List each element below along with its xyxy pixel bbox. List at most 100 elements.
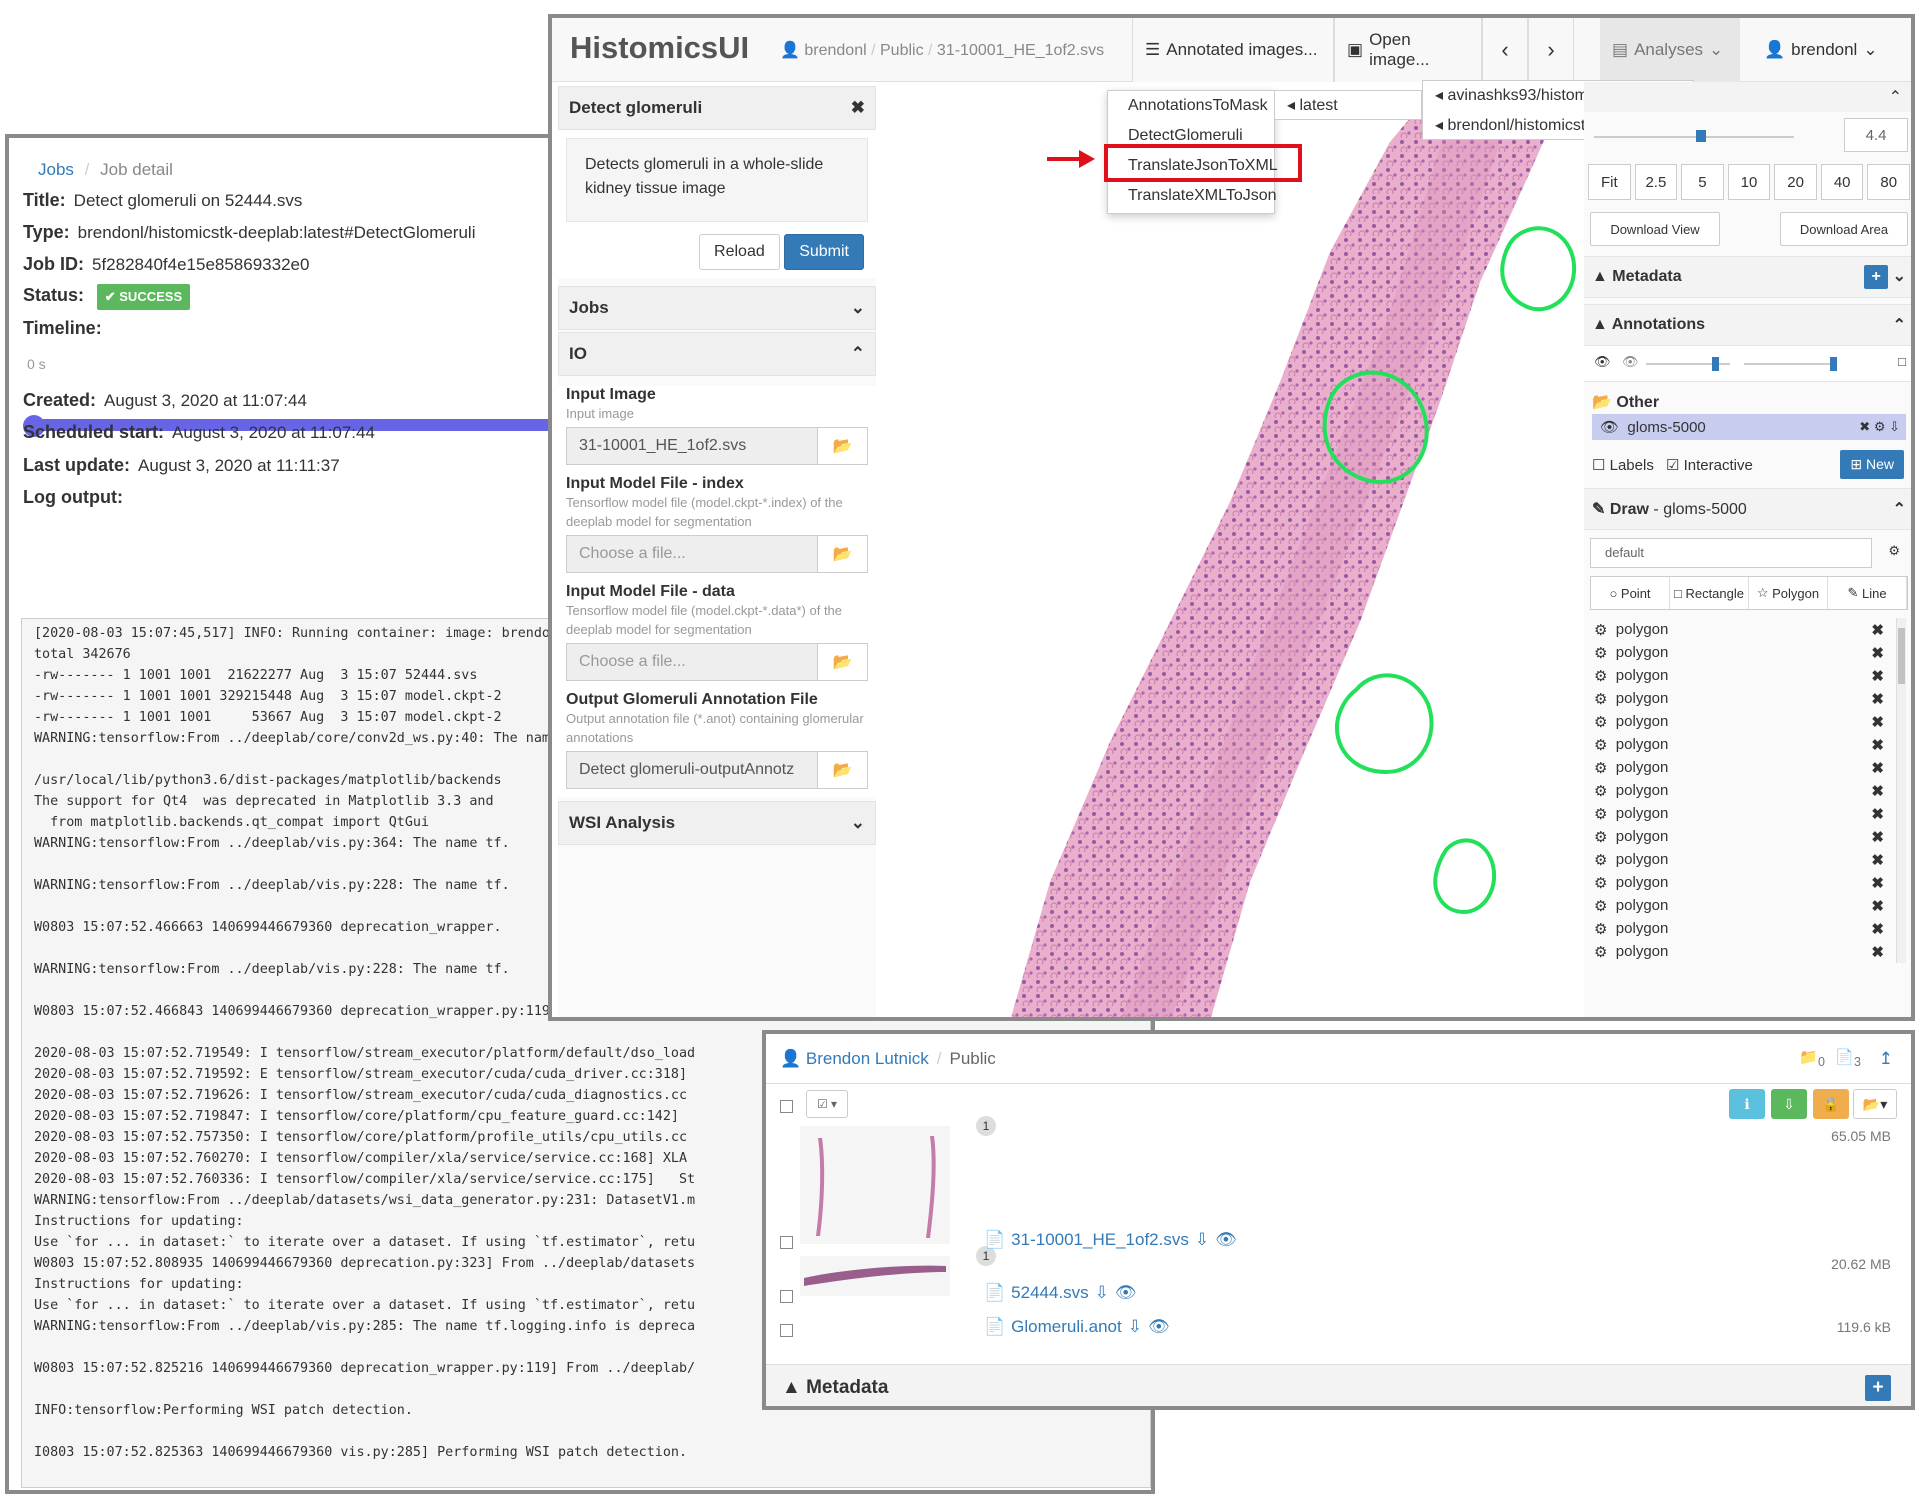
- file-checkbox-1[interactable]: [780, 1236, 793, 1249]
- gear-icon[interactable]: ⚙: [1594, 782, 1616, 800]
- zoom-slider-handle[interactable]: [1696, 130, 1706, 142]
- folder-open-icon[interactable]: 📂: [817, 752, 867, 788]
- annotation-element-row[interactable]: ⚙ polygon ✖: [1584, 802, 1911, 825]
- jobs-section-header[interactable]: Jobs ⌄: [558, 286, 876, 330]
- breadcrumb-jobs-link[interactable]: Jobs: [38, 160, 74, 179]
- annotation-element-row[interactable]: ⚙ polygon ✖: [1584, 687, 1911, 710]
- draw-tool-line[interactable]: ✎ Line: [1828, 577, 1907, 609]
- scrollbar-thumb[interactable]: [1898, 628, 1905, 684]
- style-select[interactable]: default: [1590, 538, 1872, 568]
- download-icon[interactable]: ⇩: [1195, 1230, 1209, 1250]
- glom-annotation-1[interactable]: [1500, 226, 1577, 312]
- folder-open-icon[interactable]: 📂: [817, 644, 867, 680]
- eye-icon[interactable]: 👁: [1594, 354, 1611, 370]
- new-annotation-button[interactable]: ⊞ New: [1840, 450, 1904, 479]
- annotation-element-row[interactable]: ⚙ polygon ✖: [1584, 779, 1911, 802]
- reload-button[interactable]: Reload: [699, 234, 780, 270]
- draw-tool-rectangle[interactable]: □ Rectangle: [1670, 577, 1749, 609]
- file-input-value[interactable]: Detect glomeruli-outputAnnotz: [567, 752, 817, 788]
- delete-element-icon[interactable]: ✖: [1871, 782, 1884, 800]
- menu-item-annotationstomask[interactable]: AnnotationsToMask: [1108, 91, 1274, 121]
- annotation-element-row[interactable]: ⚙ polygon ✖: [1584, 756, 1911, 779]
- delete-element-icon[interactable]: ✖: [1871, 851, 1884, 869]
- next-image-button[interactable]: ›: [1528, 18, 1574, 82]
- download-area-button[interactable]: Download Area: [1780, 212, 1908, 246]
- owner-link[interactable]: Brendon Lutnick: [806, 1049, 929, 1069]
- zoom-button[interactable]: 2.5: [1634, 164, 1678, 200]
- delete-element-icon[interactable]: ✖: [1871, 667, 1884, 685]
- file-link-3[interactable]: 📄 Glomeruli.anot ⇩ 👁: [984, 1317, 1170, 1337]
- slide-thumbnail-2[interactable]: [800, 1256, 950, 1296]
- version-menu[interactable]: ◂ latest: [1274, 90, 1422, 120]
- select-all-checkbox[interactable]: [780, 1100, 793, 1113]
- fill-slider-track[interactable]: [1744, 363, 1834, 365]
- delete-element-icon[interactable]: ✖: [1871, 759, 1884, 777]
- checked-actions-dropdown[interactable]: ☑ ▾: [806, 1090, 848, 1118]
- gear-icon[interactable]: ⚙: [1594, 874, 1616, 892]
- close-icon[interactable]: ✖: [851, 98, 865, 118]
- zoom-button[interactable]: 20: [1774, 164, 1817, 200]
- file-input[interactable]: 31-10001_HE_1of2.svs 📂: [566, 427, 868, 465]
- annotation-element-row[interactable]: ⚙ polygon ✖: [1584, 894, 1911, 917]
- gear-icon[interactable]: ⚙: [1594, 943, 1616, 961]
- draw-tool-point[interactable]: ○ Point: [1591, 577, 1670, 609]
- folder-info-button[interactable]: ℹ: [1729, 1089, 1765, 1119]
- gear-icon[interactable]: ⚙: [1594, 851, 1616, 869]
- gear-icon[interactable]: ⚙: [1594, 736, 1616, 754]
- download-folder-button[interactable]: ⇩: [1771, 1089, 1807, 1119]
- annotated-images-button[interactable]: ☰ Annotated images...: [1132, 18, 1334, 82]
- metadata-header[interactable]: ▲ Metadata + ⌄: [1584, 256, 1911, 298]
- annotation-element-row[interactable]: ⚙ polygon ✖: [1584, 710, 1911, 733]
- file-link-2[interactable]: 📄 52444.svs ⇩ 👁: [984, 1283, 1137, 1303]
- gear-icon[interactable]: ⚙: [1594, 690, 1616, 708]
- download-icon[interactable]: ⇩: [1095, 1283, 1109, 1303]
- folder-open-icon[interactable]: 📂: [817, 536, 867, 572]
- prev-image-button[interactable]: ‹: [1482, 18, 1528, 82]
- draw-header[interactable]: ✎ Draw - gloms-5000 ⌃: [1584, 488, 1911, 530]
- delete-element-icon[interactable]: ✖: [1871, 828, 1884, 846]
- file-input-value[interactable]: 31-10001_HE_1of2.svs: [567, 428, 817, 464]
- delete-element-icon[interactable]: ✖: [1871, 920, 1884, 938]
- gear-icon[interactable]: ⚙: [1594, 920, 1616, 938]
- submit-button[interactable]: Submit: [784, 234, 864, 270]
- delete-element-icon[interactable]: ✖: [1871, 874, 1884, 892]
- file-input[interactable]: Detect glomeruli-outputAnnotz 📂: [566, 751, 868, 789]
- gear-icon[interactable]: ⚙: [1594, 667, 1616, 685]
- annotation-layer-row[interactable]: 👁 gloms-5000 ✖ ⚙ ⇩: [1592, 414, 1906, 440]
- access-control-button[interactable]: 🔒: [1813, 1089, 1849, 1119]
- annotation-element-row[interactable]: ⚙ polygon ✖: [1584, 825, 1911, 848]
- delete-element-icon[interactable]: ✖: [1871, 644, 1884, 662]
- delete-layer-icon[interactable]: ✖: [1859, 419, 1870, 434]
- analyses-menu-button[interactable]: ▤ Analyses ⌄: [1600, 18, 1740, 82]
- zoom-button[interactable]: Fit: [1588, 164, 1631, 200]
- annotations-header[interactable]: ▲ Annotations ⌃: [1584, 304, 1911, 346]
- download-icon[interactable]: ⇩: [1128, 1317, 1142, 1337]
- opacity-slider-handle[interactable]: [1712, 357, 1719, 371]
- crumb-image[interactable]: 31-10001_HE_1of2.svs: [937, 42, 1104, 59]
- gear-icon[interactable]: ⚙: [1594, 805, 1616, 823]
- annotation-element-row[interactable]: ⚙ polygon ✖: [1584, 618, 1911, 641]
- gear-icon[interactable]: ⚙: [1594, 828, 1616, 846]
- interactive-checkbox[interactable]: ☑ Interactive: [1666, 456, 1753, 474]
- io-section-header[interactable]: IO ⌃: [558, 332, 876, 376]
- delete-element-icon[interactable]: ✖: [1871, 897, 1884, 915]
- file-input-value[interactable]: Choose a file...: [567, 644, 817, 680]
- draw-tool-polygon[interactable]: ☆ Polygon: [1749, 577, 1828, 609]
- glom-annotation-4[interactable]: [1433, 838, 1496, 915]
- download-view-button[interactable]: Download View: [1590, 212, 1720, 246]
- download-icon[interactable]: ⇩: [1889, 419, 1900, 434]
- slide-thumbnail-1[interactable]: [800, 1126, 950, 1244]
- delete-element-icon[interactable]: ✖: [1871, 736, 1884, 754]
- delete-element-icon[interactable]: ✖: [1871, 690, 1884, 708]
- add-folder-metadata-button[interactable]: +: [1865, 1374, 1891, 1401]
- annotation-element-row[interactable]: ⚙ polygon ✖: [1584, 940, 1911, 963]
- crumb-public[interactable]: Public: [880, 42, 924, 59]
- file-input[interactable]: Choose a file... 📂: [566, 535, 868, 573]
- menu-item-translatexmltojson[interactable]: TranslateXMLToJson: [1108, 181, 1277, 211]
- delete-element-icon[interactable]: ✖: [1871, 713, 1884, 731]
- file-checkbox-2[interactable]: [780, 1290, 793, 1303]
- crumb-user[interactable]: brendonl: [804, 42, 866, 59]
- gear-icon[interactable]: ⚙: [1594, 759, 1616, 777]
- delete-element-icon[interactable]: ✖: [1871, 805, 1884, 823]
- element-list-scrollbar[interactable]: [1896, 618, 1906, 963]
